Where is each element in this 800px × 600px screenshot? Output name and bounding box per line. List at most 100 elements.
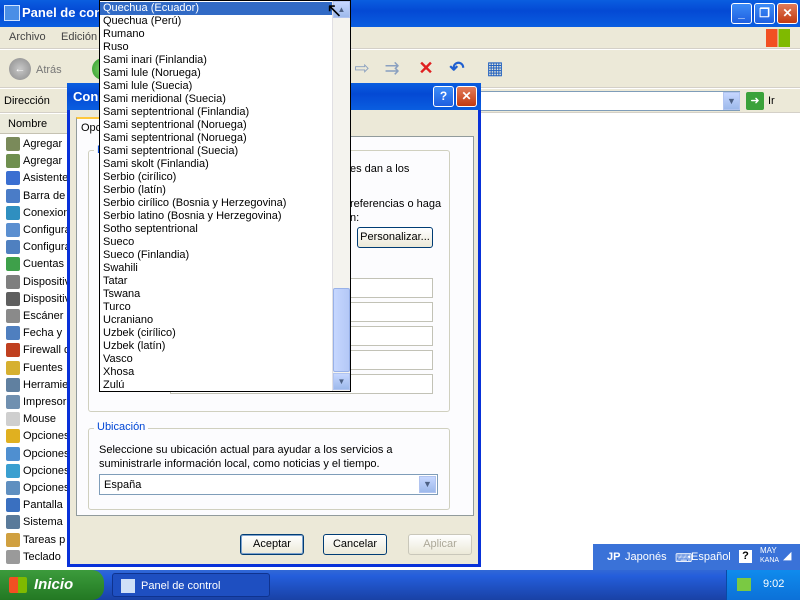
control-panel-item[interactable]: Pantalla bbox=[6, 498, 70, 515]
dropdown-option[interactable]: Sami septentrional (Finlandia) bbox=[100, 106, 333, 119]
dropdown-option[interactable]: Sami septentrional (Noruega) bbox=[100, 119, 333, 132]
location-select[interactable]: España ▼ bbox=[99, 474, 438, 495]
dropdown-option[interactable]: Sami lule (Noruega) bbox=[100, 67, 333, 80]
dropdown-option[interactable]: Quechua (Ecuador) bbox=[100, 2, 333, 15]
keyboard-layout[interactable]: Español bbox=[691, 551, 731, 563]
control-panel-item[interactable]: Impresor bbox=[6, 395, 70, 412]
control-panel-item[interactable]: Mouse bbox=[6, 412, 70, 429]
dropdown-option[interactable]: Tswana bbox=[100, 288, 333, 301]
control-panel-item[interactable]: Firewall d bbox=[6, 343, 70, 360]
back-arrow-icon[interactable]: ← bbox=[9, 58, 31, 80]
control-panel-item[interactable]: Fuentes bbox=[6, 360, 70, 378]
control-panel-item[interactable]: Opciones bbox=[6, 481, 70, 498]
language-dropdown-list[interactable]: Quechua (Ecuador) Quechua (Perú) Rumano Rus… bbox=[99, 0, 351, 392]
control-panel-item-icon bbox=[6, 395, 20, 409]
menu-edicion[interactable]: Edición bbox=[61, 31, 97, 43]
ime-mode-top[interactable]: MAY bbox=[760, 546, 777, 555]
address-input[interactable] bbox=[480, 91, 740, 111]
control-panel-item[interactable]: Configura bbox=[6, 223, 70, 240]
address-dropdown-icon[interactable]: ▼ bbox=[723, 92, 740, 110]
control-panel-item[interactable]: Barra de bbox=[6, 188, 70, 206]
cancel-button[interactable]: Cancelar bbox=[323, 534, 387, 555]
dropdown-option[interactable]: Quechua (Perú) bbox=[100, 15, 333, 28]
customize-button[interactable]: Personalizar... bbox=[357, 227, 433, 248]
dropdown-option[interactable]: Sami lule (Suecia) bbox=[100, 80, 333, 93]
control-panel-item[interactable]: Asistente bbox=[6, 171, 70, 188]
go-label[interactable]: Ir bbox=[768, 95, 775, 107]
dropdown-option[interactable]: Serbio (cirílico) bbox=[100, 171, 333, 184]
control-panel-item-icon bbox=[6, 498, 20, 513]
language-name[interactable]: Japonés bbox=[625, 551, 667, 563]
control-panel-item[interactable]: Configura bbox=[6, 240, 70, 257]
delete-icon[interactable]: ✕ bbox=[416, 58, 436, 78]
start-button[interactable]: Inicio bbox=[0, 570, 104, 600]
control-panel-item[interactable]: Agregar bbox=[6, 137, 70, 154]
dropdown-option[interactable]: Serbio (latín) bbox=[100, 184, 333, 197]
control-panel-item[interactable]: Escáner bbox=[6, 309, 70, 326]
dropdown-option[interactable]: Swahili bbox=[100, 262, 333, 275]
back-label[interactable]: Atrás bbox=[36, 64, 62, 76]
taskbar-item-control-panel[interactable]: Panel de control bbox=[112, 573, 270, 597]
control-panel-item[interactable]: Fecha y bbox=[6, 326, 70, 343]
help-button[interactable]: ? bbox=[433, 86, 454, 107]
dropdown-option[interactable]: Ruso bbox=[100, 41, 333, 54]
control-panel-item[interactable]: Tareas p bbox=[6, 532, 70, 550]
ok-button[interactable]: Aceptar bbox=[240, 534, 304, 555]
control-panel-item[interactable]: Opciones bbox=[6, 463, 70, 481]
control-panel-item[interactable]: Cuentas bbox=[6, 257, 70, 274]
column-header-name[interactable]: Nombre bbox=[0, 114, 70, 134]
dropdown-option[interactable]: Uzbek (latín) bbox=[100, 340, 333, 353]
dropdown-option[interactable]: Vasco bbox=[100, 353, 333, 366]
dropdown-option[interactable]: Rumano bbox=[100, 28, 333, 41]
scroll-down-icon[interactable]: ▼ bbox=[333, 373, 350, 390]
control-panel-item[interactable]: Dispositiv bbox=[6, 274, 70, 292]
dropdown-option[interactable]: Tatar bbox=[100, 275, 333, 288]
dropdown-option[interactable]: Sotho septentrional bbox=[100, 223, 333, 236]
dropdown-option[interactable]: Sami skolt (Finlandia) bbox=[100, 158, 333, 171]
dropdown-option[interactable]: Uzbek (cirílico) bbox=[100, 327, 333, 340]
dropdown-option[interactable]: Sami meridional (Suecia) bbox=[100, 93, 333, 106]
control-panel-item[interactable]: Teclado bbox=[6, 549, 70, 567]
dropdown-option[interactable]: Serbio cirílico (Bosnia y Herzegovina) bbox=[100, 197, 333, 210]
dropdown-option[interactable]: Xhosa bbox=[100, 366, 333, 379]
minimize-button[interactable]: _ bbox=[731, 3, 752, 24]
dropdown-option[interactable]: Serbio latino (Bosnia y Herzegovina) bbox=[100, 210, 333, 223]
dropdown-option[interactable]: Sami septentrional (Noruega) bbox=[100, 132, 333, 145]
control-panel-item-icon bbox=[6, 343, 20, 358]
dropdown-scrollbar[interactable]: ▲ ▼ bbox=[332, 1, 350, 391]
dropdown-option[interactable]: Sueco bbox=[100, 236, 333, 249]
control-panel-item[interactable]: Dispositiv bbox=[6, 291, 70, 309]
dropdown-option[interactable]: Ucraniano bbox=[100, 314, 333, 327]
control-panel-item[interactable]: Conexion bbox=[6, 205, 70, 223]
keyboard-icon[interactable]: ⌨ bbox=[675, 551, 692, 565]
menu-archivo[interactable]: Archivo bbox=[9, 31, 46, 43]
options-arrow-icon[interactable]: ◢ bbox=[783, 549, 791, 562]
undo-icon[interactable]: ↶ bbox=[447, 58, 467, 78]
views-icon[interactable]: ▦ bbox=[485, 58, 505, 78]
control-panel-item[interactable]: Agregar bbox=[6, 154, 70, 171]
control-panel-item[interactable]: Opciones bbox=[6, 429, 70, 446]
go-arrow-icon[interactable]: ➜ bbox=[746, 92, 764, 110]
apply-button[interactable]: Aplicar bbox=[408, 534, 472, 555]
dialog-close-button[interactable]: ✕ bbox=[456, 86, 477, 107]
dropdown-option[interactable]: Sami septentrional (Suecia) bbox=[100, 145, 333, 158]
control-panel-item[interactable]: Opciones bbox=[6, 446, 70, 464]
control-panel-item[interactable]: Herramie bbox=[6, 377, 70, 395]
control-panel-item[interactable]: Sistema bbox=[6, 515, 70, 532]
help-icon[interactable]: ? bbox=[739, 550, 752, 563]
standards-text-2: referencias o haga bbox=[350, 198, 442, 210]
copy-to-icon[interactable]: ⇉ bbox=[382, 58, 402, 78]
language-code[interactable]: JP bbox=[607, 551, 620, 563]
scroll-thumb[interactable] bbox=[333, 288, 350, 372]
dropdown-option[interactable]: Zulú bbox=[100, 379, 333, 391]
maximize-button[interactable]: ❐ bbox=[754, 3, 775, 24]
close-button[interactable]: ✕ bbox=[777, 3, 798, 24]
dropdown-option[interactable]: Turco bbox=[100, 301, 333, 314]
move-to-icon[interactable]: ⇨ bbox=[352, 58, 372, 78]
dropdown-option[interactable]: Sueco (Finlandia) bbox=[100, 249, 333, 262]
chevron-down-icon[interactable]: ▼ bbox=[419, 476, 436, 493]
dropdown-option[interactable]: Sami inari (Finlandia) bbox=[100, 54, 333, 67]
network-icon[interactable] bbox=[737, 578, 751, 591]
clock[interactable]: 9:02 bbox=[763, 578, 784, 590]
ime-mode-bottom[interactable]: KANA bbox=[760, 557, 779, 564]
